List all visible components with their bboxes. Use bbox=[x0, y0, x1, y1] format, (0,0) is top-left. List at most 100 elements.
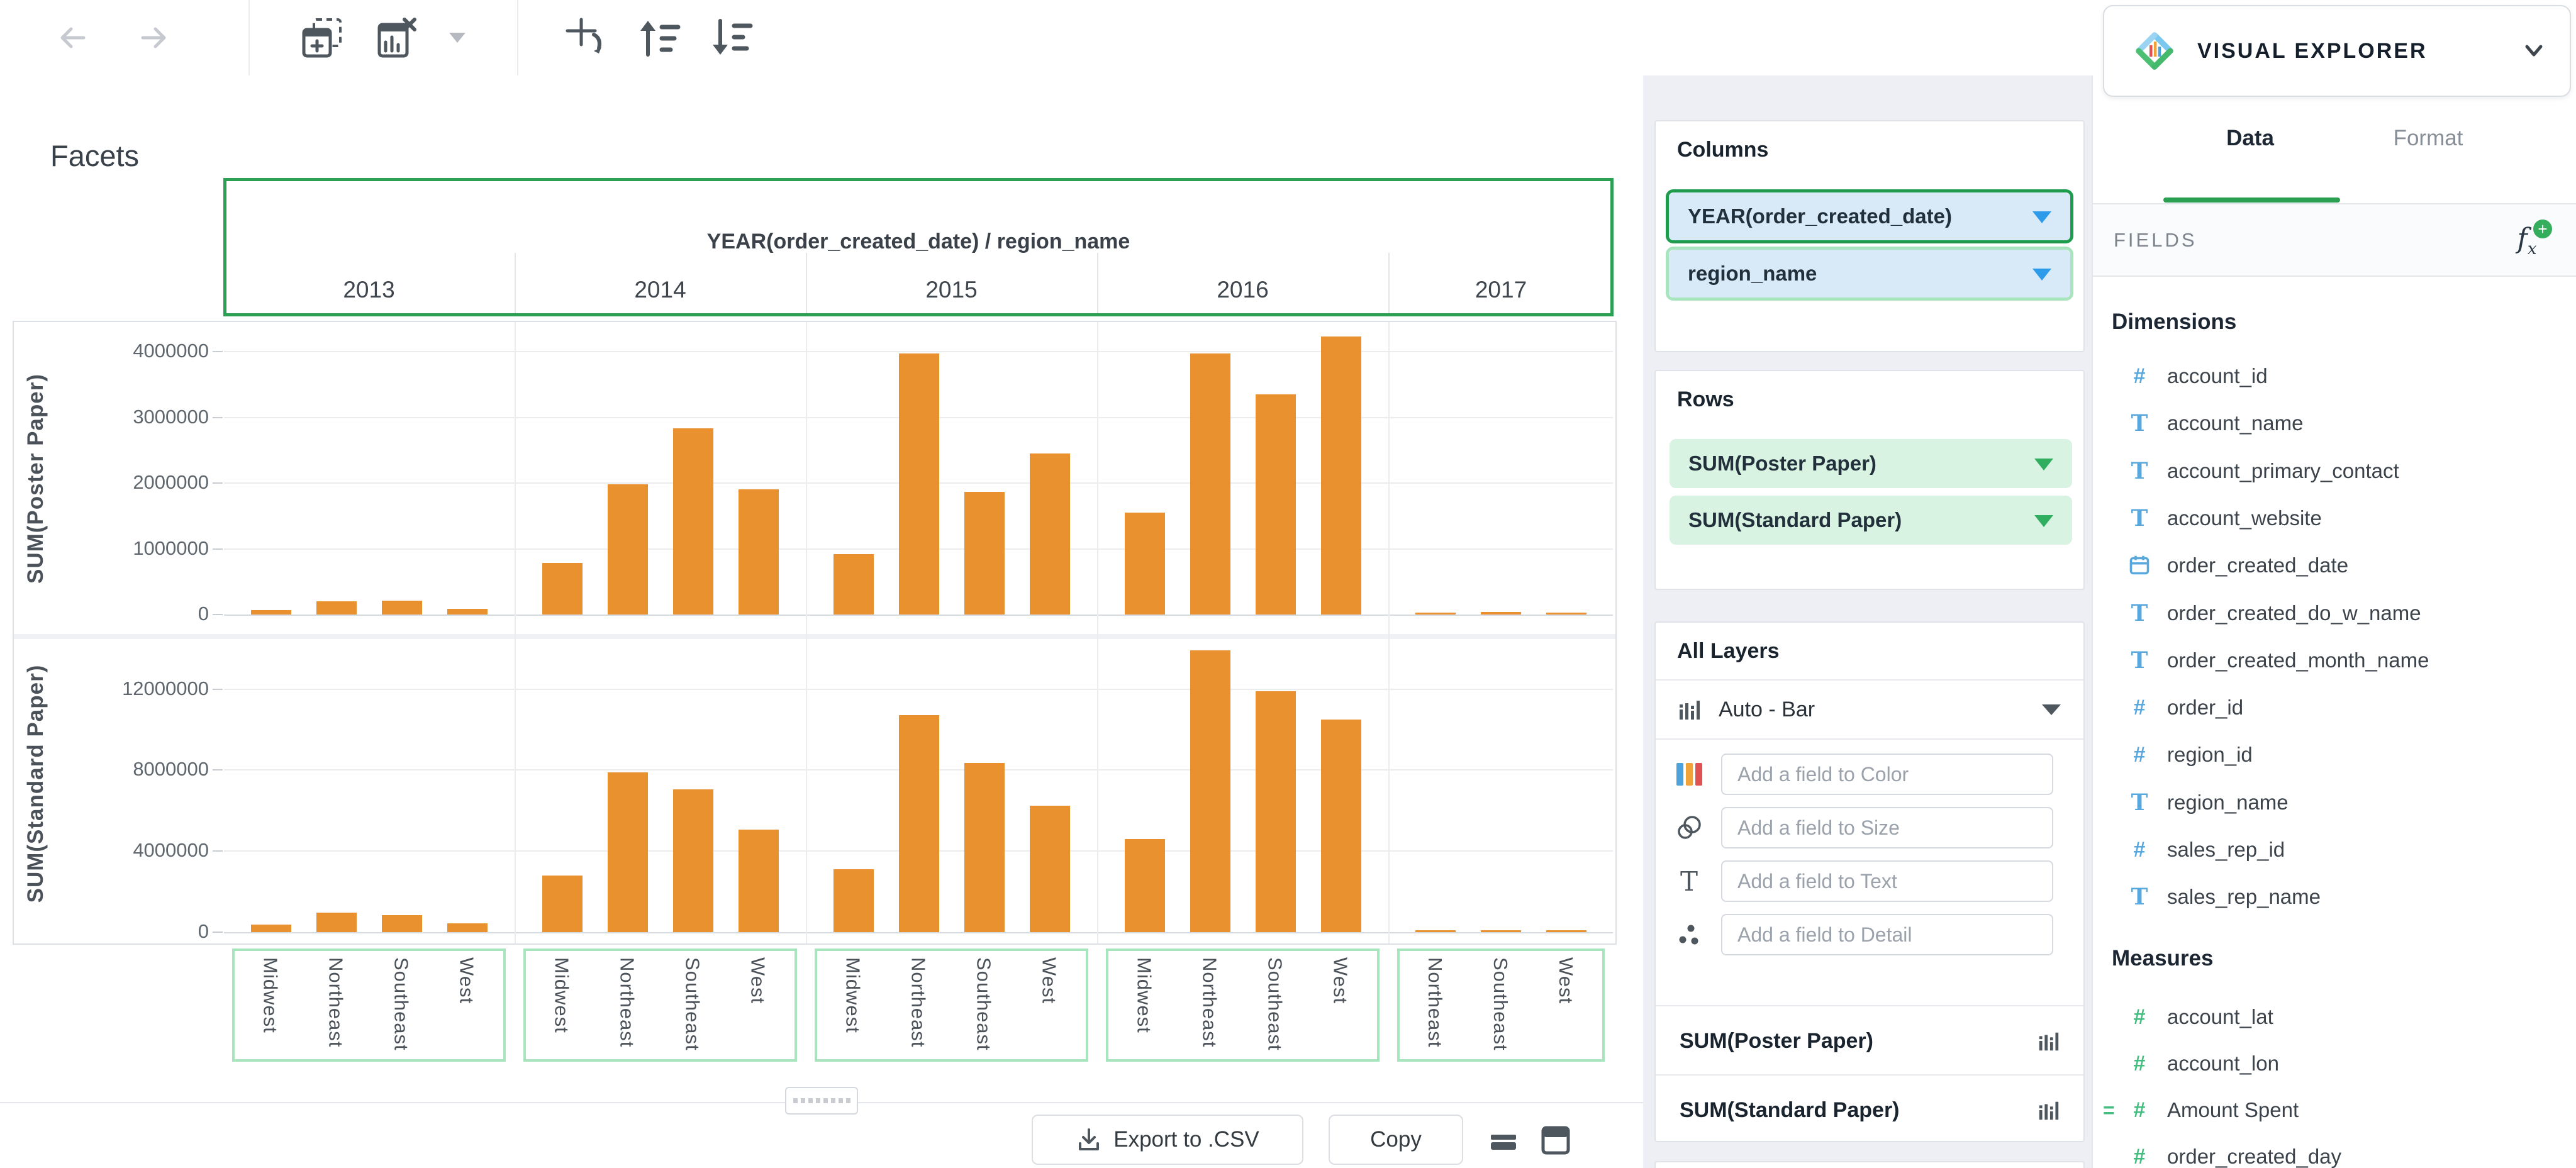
pill-caret-icon[interactable] bbox=[2034, 459, 2053, 470]
measure-Amount Spent[interactable]: = # Amount Spent bbox=[2093, 1088, 2576, 1132]
swap-axes-button[interactable] bbox=[547, 0, 622, 75]
facet-year-label-2017[interactable]: 2017 bbox=[1388, 277, 1614, 304]
resize-handle[interactable] bbox=[785, 1087, 858, 1115]
region-label-2016-Northeast: Northeast bbox=[1198, 957, 1221, 1048]
bar-SUM(Poster Paper)-2017-West[interactable] bbox=[1546, 613, 1586, 615]
number-field-icon: # bbox=[2133, 364, 2146, 388]
dimension-sales_rep_id[interactable]: # sales_rep_id bbox=[2093, 828, 2576, 872]
bar-SUM(Poster Paper)-2016-Midwest[interactable] bbox=[1124, 513, 1165, 615]
bar-SUM(Standard Paper)-2013-Northeast[interactable] bbox=[316, 913, 357, 932]
bar-SUM(Poster Paper)-2016-Northeast[interactable] bbox=[1190, 353, 1230, 615]
bar-SUM(Poster Paper)-2014-Midwest[interactable] bbox=[542, 563, 583, 615]
remove-visualization-button[interactable] bbox=[360, 0, 435, 75]
bar-SUM(Poster Paper)-2016-Southeast[interactable] bbox=[1255, 394, 1296, 615]
bar-SUM(Standard Paper)-2014-West[interactable] bbox=[738, 830, 779, 932]
bar-SUM(Standard Paper)-2016-Southeast[interactable] bbox=[1255, 691, 1296, 932]
layer-row-sum-poster-paper[interactable]: SUM(Poster Paper) bbox=[1656, 1006, 2083, 1076]
sort-descending-button[interactable] bbox=[694, 0, 767, 75]
bar-SUM(Poster Paper)-2014-Northeast[interactable] bbox=[607, 484, 648, 615]
add-field-to-detail[interactable]: Add a field to Detail bbox=[1721, 914, 2053, 955]
bar-SUM(Poster Paper)-2016-West[interactable] bbox=[1320, 336, 1361, 615]
bar-SUM(Poster Paper)-2017-Northeast[interactable] bbox=[1415, 613, 1456, 615]
bar-SUM(Standard Paper)-2017-West[interactable] bbox=[1546, 930, 1586, 932]
dimension-region_id[interactable]: # region_id bbox=[2093, 733, 2576, 777]
text-field-icon: T bbox=[2131, 647, 2148, 674]
measure-account_lat[interactable]: # account_lat bbox=[2093, 995, 2576, 1039]
add-visualization-button[interactable] bbox=[284, 0, 360, 75]
bar-SUM(Standard Paper)-2013-West[interactable] bbox=[447, 923, 488, 932]
bar-SUM(Standard Paper)-2014-Northeast[interactable] bbox=[607, 772, 648, 932]
sort-ascending-button[interactable] bbox=[622, 0, 694, 75]
dimension-account_primary_contact[interactable]: Taccount_primary_contact bbox=[2093, 449, 2576, 493]
visual-explorer-menu[interactable]: VISUAL EXPLORER bbox=[2103, 5, 2571, 97]
export-csv-button[interactable]: Export to .CSV bbox=[1032, 1115, 1303, 1165]
facet-year-label-2014[interactable]: 2014 bbox=[515, 277, 806, 304]
measure-order_created_day[interactable]: # order_created_day bbox=[2093, 1135, 2576, 1168]
bar-SUM(Standard Paper)-2013-Midwest[interactable] bbox=[250, 925, 291, 932]
bar-SUM(Poster Paper)-2014-Southeast[interactable] bbox=[672, 428, 713, 615]
redo-forward-button[interactable] bbox=[107, 0, 201, 75]
bar-SUM(Standard Paper)-2015-West[interactable] bbox=[1029, 805, 1070, 932]
active-tab-indicator bbox=[2163, 197, 2340, 203]
copy-button[interactable]: Copy bbox=[1329, 1115, 1463, 1165]
bar-SUM(Standard Paper)-2016-Midwest[interactable] bbox=[1124, 838, 1165, 932]
dimension-region_name[interactable]: Tregion_name bbox=[2093, 781, 2576, 825]
visualization-menu-caret[interactable] bbox=[435, 0, 479, 75]
bar-SUM(Poster Paper)-2013-Northeast[interactable] bbox=[316, 601, 357, 615]
bar-SUM(Poster Paper)-2017-Southeast[interactable] bbox=[1481, 612, 1521, 615]
region-label-2015-Midwest: Midwest bbox=[842, 957, 864, 1033]
dimension-account_name[interactable]: Taccount_name bbox=[2093, 401, 2576, 445]
facet-year-label-2015[interactable]: 2015 bbox=[806, 277, 1097, 304]
pill-sum-standard-paper[interactable]: SUM(Standard Paper) bbox=[1670, 496, 2072, 545]
dimension-account_website[interactable]: Taccount_website bbox=[2093, 496, 2576, 540]
add-field-to-text[interactable]: Add a field to Text bbox=[1721, 860, 2053, 902]
dimension-order_id[interactable]: # order_id bbox=[2093, 686, 2576, 730]
bar-SUM(Standard Paper)-2016-West[interactable] bbox=[1320, 719, 1361, 932]
bar-SUM(Poster Paper)-2014-West[interactable] bbox=[738, 489, 779, 615]
rows-shelf: Rows SUM(Poster Paper) SUM(Standard Pape… bbox=[1654, 370, 2085, 590]
pill-caret-icon[interactable] bbox=[2032, 211, 2051, 223]
bar-SUM(Poster Paper)-2013-West[interactable] bbox=[447, 608, 488, 615]
mark-type-dropdown[interactable]: Auto - Bar bbox=[1656, 681, 2083, 738]
facet-year-label-2013[interactable]: 2013 bbox=[223, 277, 515, 304]
bar-SUM(Standard Paper)-2013-Southeast[interactable] bbox=[381, 915, 422, 932]
dimension-account_id[interactable]: # account_id bbox=[2093, 354, 2576, 398]
bar-SUM(Poster Paper)-2015-West[interactable] bbox=[1029, 453, 1070, 615]
add-calculated-field-button[interactable]: fx + bbox=[2501, 220, 2553, 261]
y-tick-mark bbox=[213, 850, 223, 852]
dimension-order_created_do_w_name[interactable]: Torder_created_do_w_name bbox=[2093, 591, 2576, 635]
bar-SUM(Poster Paper)-2015-Northeast[interactable] bbox=[898, 353, 939, 615]
bar-SUM(Poster Paper)-2015-Midwest[interactable] bbox=[833, 553, 874, 615]
bar-SUM(Poster Paper)-2013-Southeast[interactable] bbox=[381, 601, 422, 615]
collapse-view-button[interactable] bbox=[1488, 1125, 1521, 1154]
bar-SUM(Poster Paper)-2015-Southeast[interactable] bbox=[964, 491, 1005, 615]
add-field-to-size[interactable]: Add a field to Size bbox=[1721, 807, 2053, 848]
dimension-order_created_date[interactable]: order_created_date bbox=[2093, 543, 2576, 587]
bar-SUM(Standard Paper)-2014-Southeast[interactable] bbox=[672, 789, 713, 932]
bar-SUM(Standard Paper)-2016-Northeast[interactable] bbox=[1190, 650, 1230, 932]
dimension-order_created_month_name[interactable]: Torder_created_month_name bbox=[2093, 638, 2576, 682]
bar-SUM(Poster Paper)-2013-Midwest[interactable] bbox=[250, 609, 291, 615]
facet-year-label-2016[interactable]: 2016 bbox=[1097, 277, 1388, 304]
pill-year-order-created-date[interactable]: YEAR(order_created_date) bbox=[1669, 192, 2070, 240]
region-label-2014-Midwest: Midwest bbox=[550, 957, 573, 1033]
bar-SUM(Standard Paper)-2017-Northeast[interactable] bbox=[1415, 930, 1456, 932]
undo-back-button[interactable] bbox=[38, 0, 107, 75]
detail-icon bbox=[1675, 923, 1703, 946]
bar-SUM(Standard Paper)-2017-Southeast[interactable] bbox=[1481, 930, 1521, 932]
chart-title: Facets bbox=[50, 139, 140, 172]
dimension-sales_rep_name[interactable]: Tsales_rep_name bbox=[2093, 875, 2576, 919]
measure-account_lon[interactable]: # account_lon bbox=[2093, 1042, 2576, 1086]
expand-view-button[interactable] bbox=[1540, 1125, 1571, 1156]
pill-caret-icon[interactable] bbox=[2034, 515, 2053, 527]
pill-sum-poster-paper[interactable]: SUM(Poster Paper) bbox=[1670, 439, 2072, 488]
bar-SUM(Standard Paper)-2015-Northeast[interactable] bbox=[898, 715, 939, 932]
bar-SUM(Standard Paper)-2015-Midwest[interactable] bbox=[833, 869, 874, 932]
pill-caret-icon[interactable] bbox=[2032, 269, 2051, 281]
bar-SUM(Standard Paper)-2015-Southeast[interactable] bbox=[964, 763, 1005, 932]
chart-canvas: Facets YEAR(order_created_date) / region… bbox=[0, 75, 1643, 1168]
bar-SUM(Standard Paper)-2014-Midwest[interactable] bbox=[542, 875, 583, 932]
layer-row-sum-standard-paper[interactable]: SUM(Standard Paper) bbox=[1656, 1076, 2083, 1145]
add-field-to-color[interactable]: Add a field to Color bbox=[1721, 754, 2053, 795]
pill-region-name[interactable]: region_name bbox=[1669, 250, 2070, 298]
